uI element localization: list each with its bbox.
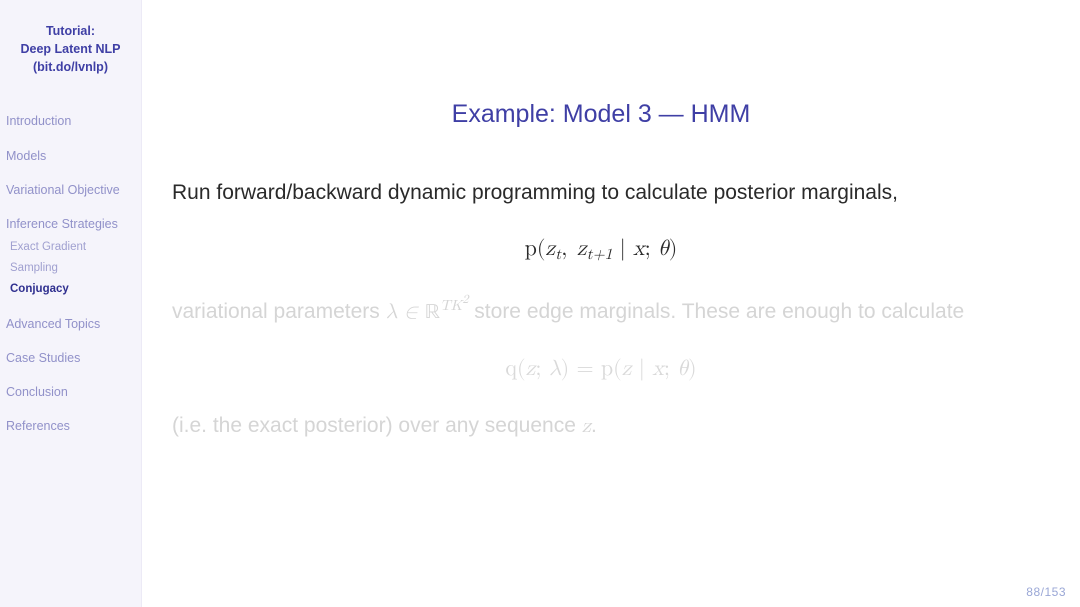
slide-root: Tutorial: Deep Latent NLP (bit.do/lvnlp)… [0, 0, 1080, 607]
nav-label: Conclusion [6, 385, 68, 399]
inline-math-lambda: λ ∈ ℝTK2 [386, 302, 469, 323]
display-math-2-faded: q(z; λ) = p(z | x; θ) [172, 356, 1030, 382]
nav-inference-strategies[interactable]: Inference Strategies Exact Gradient Samp… [6, 215, 135, 299]
nav-label: Introduction [6, 114, 71, 128]
nav-label: Models [6, 149, 46, 163]
slide-title: Example: Model 3 — HMM [172, 100, 1030, 129]
display-math-1: p(zt, zt+1 | x; θ) [172, 236, 1030, 264]
sidebar-nav: Introduction Models Variational Objectiv… [6, 112, 135, 435]
body-paragraph-2-faded: variational parameters λ ∈ ℝTK2 store ed… [172, 291, 1030, 329]
nav-sub-conjugacy[interactable]: Conjugacy [10, 281, 135, 298]
nav-case-studies[interactable]: Case Studies [6, 349, 135, 367]
faded2-suffix: . [591, 414, 597, 437]
nav-label: Variational Objective [6, 183, 120, 197]
slide-body: Example: Model 3 — HMM Run forward/backw… [142, 0, 1080, 607]
nav-sub-exact-gradient[interactable]: Exact Gradient [10, 239, 135, 256]
nav-label: Case Studies [6, 351, 80, 365]
faded2-prefix: (i.e. the exact posterior) over any sequ… [172, 414, 582, 437]
sidebar-title-line3: (bit.do/lvnlp) [33, 60, 108, 74]
page-counter: 88/153 [1026, 585, 1066, 599]
nav-label: References [6, 419, 70, 433]
body-paragraph-3-faded: (i.e. the exact posterior) over any sequ… [172, 410, 1030, 444]
nav-sub-label: Sampling [10, 262, 58, 274]
sidebar-title: Tutorial: Deep Latent NLP (bit.do/lvnlp) [6, 22, 135, 76]
nav-references[interactable]: References [6, 417, 135, 435]
body-paragraph-1: Run forward/backward dynamic programming… [172, 177, 1030, 210]
sidebar-title-line1: Tutorial: [46, 24, 95, 38]
faded-prefix: variational parameters [172, 300, 386, 323]
faded-mid: store edge marginals. These are enough t… [468, 300, 964, 323]
nav-sub-label: Conjugacy [10, 283, 69, 295]
nav-models[interactable]: Models [6, 147, 135, 165]
inline-math-z: z [582, 416, 591, 437]
nav-conclusion[interactable]: Conclusion [6, 383, 135, 401]
nav-advanced-topics[interactable]: Advanced Topics [6, 315, 135, 333]
sidebar-title-line2: Deep Latent NLP [20, 42, 120, 56]
sidebar: Tutorial: Deep Latent NLP (bit.do/lvnlp)… [0, 0, 142, 607]
nav-sublist: Exact Gradient Sampling Conjugacy [6, 239, 135, 299]
nav-label: Advanced Topics [6, 317, 100, 331]
nav-sub-label: Exact Gradient [10, 241, 86, 253]
nav-variational-objective[interactable]: Variational Objective [6, 181, 135, 199]
nav-introduction[interactable]: Introduction [6, 112, 135, 130]
nav-label: Inference Strategies [6, 217, 118, 231]
nav-sub-sampling[interactable]: Sampling [10, 260, 135, 277]
